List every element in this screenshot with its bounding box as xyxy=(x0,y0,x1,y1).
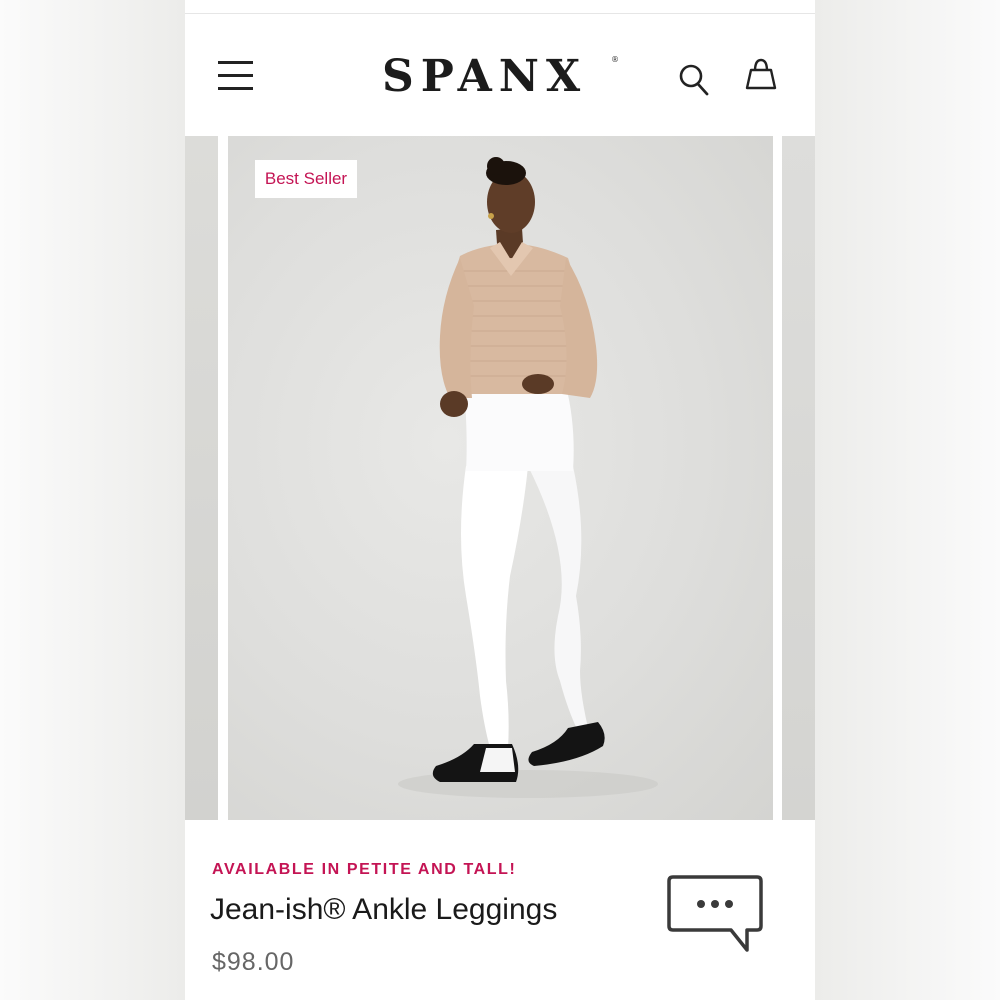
mobile-page: SPANX ® Best Seller AVAILABLE IN PETITE … xyxy=(185,0,815,1000)
backdrop-left xyxy=(0,0,185,1000)
shopping-bag-icon[interactable] xyxy=(742,56,780,94)
product-title[interactable]: Jean-ish® Ankle Leggings xyxy=(210,893,557,927)
registered-mark: ® xyxy=(611,55,619,64)
next-slide-peek[interactable] xyxy=(782,136,815,820)
chat-bubble-icon[interactable] xyxy=(665,872,765,956)
hamburger-menu-icon[interactable] xyxy=(218,59,254,91)
previous-slide-peek[interactable] xyxy=(185,136,218,820)
product-image-carousel[interactable]: Best Seller xyxy=(185,136,815,820)
model-photo xyxy=(398,157,658,798)
product-price: $98.00 xyxy=(212,948,295,976)
brand-logo[interactable]: SPANX xyxy=(382,52,622,102)
best-seller-badge: Best Seller xyxy=(255,160,357,198)
backdrop-right xyxy=(815,0,1000,1000)
promo-text: AVAILABLE IN PETITE AND TALL! xyxy=(212,861,517,878)
site-header: SPANX ® xyxy=(185,14,815,136)
search-icon[interactable] xyxy=(677,62,711,98)
product-image[interactable]: Best Seller xyxy=(228,136,773,820)
